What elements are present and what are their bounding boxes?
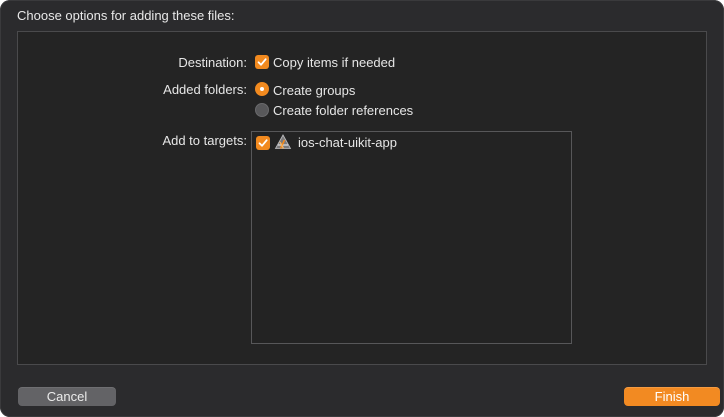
copy-items-label[interactable]: Copy items if needed	[273, 55, 395, 70]
app-target-icon	[274, 134, 292, 149]
create-groups-label[interactable]: Create groups	[273, 83, 355, 98]
checkmark-icon	[257, 58, 267, 66]
target-row[interactable]: ios-chat-uikit-app	[252, 132, 571, 154]
target-checkbox[interactable]	[256, 136, 270, 150]
target-name[interactable]: ios-chat-uikit-app	[298, 135, 397, 150]
checkmark-icon	[258, 139, 268, 147]
create-groups-radio[interactable]	[255, 82, 269, 96]
add-files-dialog: Choose options for adding these files: D…	[0, 0, 724, 417]
copy-items-checkbox[interactable]	[255, 55, 269, 69]
dialog-title: Choose options for adding these files:	[17, 8, 235, 23]
targets-list[interactable]: ios-chat-uikit-app	[251, 131, 572, 344]
added-folders-label: Added folders:	[163, 82, 247, 97]
cancel-button[interactable]: Cancel	[18, 387, 116, 406]
finish-button[interactable]: Finish	[624, 387, 720, 406]
destination-label: Destination:	[178, 55, 247, 70]
create-folder-references-radio[interactable]	[255, 103, 269, 117]
add-to-targets-label: Add to targets:	[162, 133, 247, 148]
create-folder-references-label[interactable]: Create folder references	[273, 103, 413, 118]
